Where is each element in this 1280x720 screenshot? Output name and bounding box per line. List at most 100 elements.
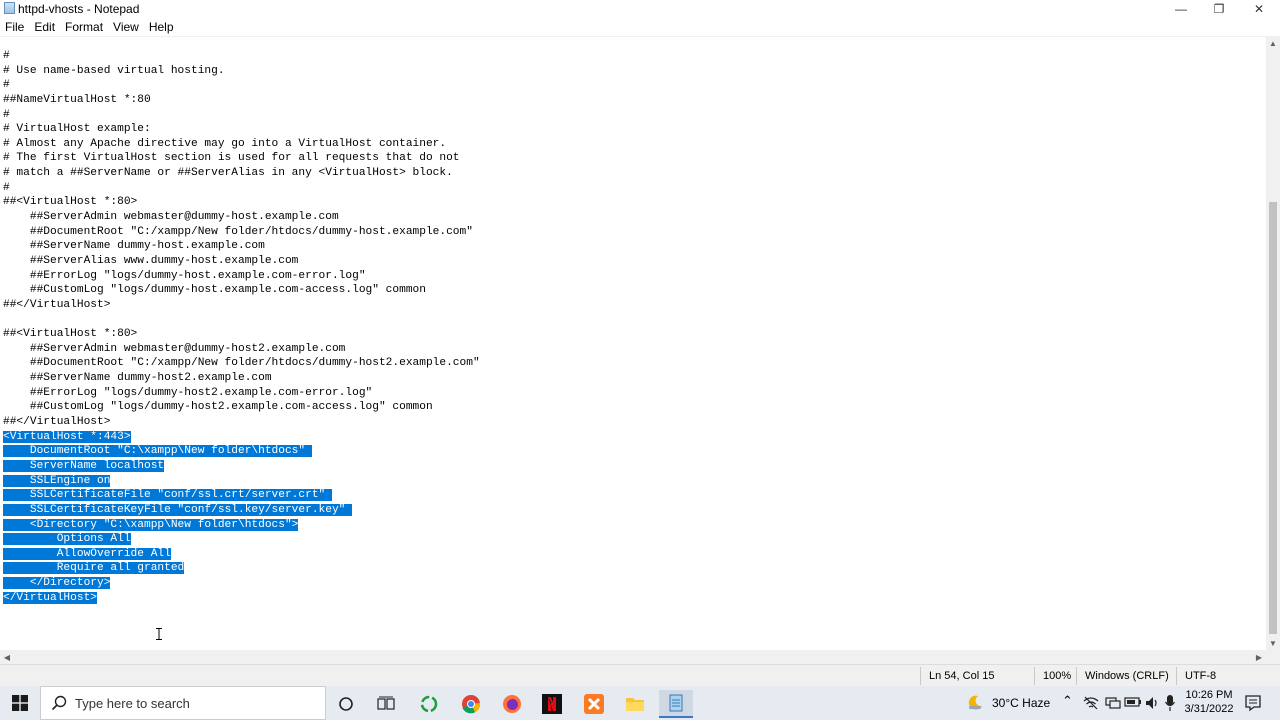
- notifications-icon[interactable]: [1244, 694, 1262, 712]
- line-text: SSLCertificateKeyFile "conf/ssl.key/serv…: [3, 503, 353, 516]
- zoom-level: 100%: [1043, 670, 1072, 682]
- text-line[interactable]: ##<VirtualHost *:80>: [3, 195, 480, 210]
- weather-moon-icon[interactable]: [966, 694, 984, 712]
- status-divider: [1176, 667, 1177, 685]
- scroll-left-icon[interactable]: ◀: [0, 650, 14, 664]
- close-button[interactable]: ✕: [1240, 0, 1278, 17]
- line-text: # Almost any Apache directive may go int…: [3, 137, 447, 150]
- vertical-scroll-thumb[interactable]: [1269, 202, 1277, 634]
- taskbar-search[interactable]: Type here to search: [40, 686, 326, 720]
- file-explorer-icon[interactable]: [618, 690, 652, 718]
- status-divider: [920, 667, 921, 685]
- text-line[interactable]: ##</VirtualHost>: [3, 415, 480, 430]
- microphone-icon[interactable]: [1164, 694, 1176, 712]
- menu-file[interactable]: File: [0, 20, 29, 34]
- selected-text-line[interactable]: Options All: [3, 532, 480, 547]
- line-text: </Directory>: [3, 577, 111, 590]
- search-placeholder: Type here to search: [75, 695, 190, 711]
- cortana-icon[interactable]: [329, 690, 363, 718]
- line-text: ##</VirtualHost>: [3, 298, 111, 311]
- text-line[interactable]: ##NameVirtualHost *:80: [3, 93, 480, 108]
- vertical-scrollbar[interactable]: ▲ ▼: [1266, 36, 1280, 650]
- line-text: <VirtualHost *:443>: [3, 430, 131, 443]
- xampp-icon[interactable]: [577, 690, 611, 718]
- text-line[interactable]: ##CustomLog "logs/dummy-host2.example.co…: [3, 400, 480, 415]
- selected-text-line[interactable]: </Directory>: [3, 576, 480, 591]
- menu-format[interactable]: Format: [60, 20, 108, 34]
- text-line[interactable]: ##DocumentRoot "C:/xampp/New folder/htdo…: [3, 225, 480, 240]
- text-line[interactable]: ##DocumentRoot "C:/xampp/New folder/htdo…: [3, 356, 480, 371]
- text-line[interactable]: #: [3, 49, 480, 64]
- editor-lines[interactable]: # # Use name-based virtual hosting. # ##Nam…: [3, 49, 480, 605]
- text-line[interactable]: #: [3, 181, 480, 196]
- text-line[interactable]: # Use name-based virtual hosting.: [3, 64, 480, 79]
- text-line[interactable]: ##CustomLog "logs/dummy-host.example.com…: [3, 283, 480, 298]
- text-line[interactable]: ##</VirtualHost>: [3, 298, 480, 313]
- text-line[interactable]: ##ErrorLog "logs/dummy-host.example.com-…: [3, 269, 480, 284]
- selected-text-line[interactable]: DocumentRoot "C:\xampp\New folder\htdocs…: [3, 444, 480, 459]
- minimize-button[interactable]: —: [1162, 0, 1200, 17]
- start-button[interactable]: [0, 686, 40, 720]
- encoding: UTF-8: [1185, 670, 1217, 682]
- text-line[interactable]: ##ServerAlias www.dummy-host.example.com: [3, 254, 480, 269]
- selected-text-line[interactable]: </VirtualHost>: [3, 591, 480, 606]
- title-bar: httpd-vhosts - Notepad — ❐ ✕: [0, 0, 1280, 17]
- volume-icon[interactable]: [1144, 695, 1160, 711]
- netflix-icon[interactable]: [535, 690, 569, 718]
- maximize-button[interactable]: ❐: [1200, 0, 1238, 17]
- line-text: ##ErrorLog "logs/dummy-host.example.com-…: [3, 269, 366, 282]
- network-disconnected-icon[interactable]: [1083, 696, 1099, 710]
- menu-edit[interactable]: Edit: [29, 20, 60, 34]
- text-line[interactable]: # match a ##ServerName or ##ServerAlias …: [3, 166, 480, 181]
- selected-text-line[interactable]: Require all granted: [3, 561, 480, 576]
- text-line[interactable]: #: [3, 78, 480, 93]
- notepad-taskbar-icon[interactable]: [659, 690, 693, 718]
- selected-text-line[interactable]: SSLEngine on: [3, 474, 480, 489]
- text-line[interactable]: # Almost any Apache directive may go int…: [3, 137, 480, 152]
- refresh-app-icon[interactable]: [412, 690, 446, 718]
- status-divider: [1034, 667, 1035, 685]
- selected-text-line[interactable]: ServerName localhost: [3, 459, 480, 474]
- battery-icon[interactable]: [1124, 695, 1142, 709]
- line-text: ##ServerName dummy-host2.example.com: [3, 372, 272, 385]
- selected-text-line[interactable]: SSLCertificateKeyFile "conf/ssl.key/serv…: [3, 503, 480, 518]
- text-line[interactable]: ##ServerName dummy-host2.example.com: [3, 371, 480, 386]
- text-line[interactable]: # VirtualHost example:: [3, 122, 480, 137]
- window-title: httpd-vhosts - Notepad: [18, 2, 140, 16]
- selected-text-line[interactable]: <Directory "C:\xampp\New folder\htdocs">: [3, 518, 480, 533]
- scroll-down-icon[interactable]: ▼: [1266, 636, 1280, 650]
- clock[interactable]: 10:26 PM 3/31/2022: [1184, 688, 1234, 716]
- status-divider: [1076, 667, 1077, 685]
- line-text: # match a ##ServerName or ##ServerAlias …: [3, 167, 453, 180]
- text-editor[interactable]: # # Use name-based virtual hosting. # ##Nam…: [0, 36, 1266, 650]
- menu-view[interactable]: View: [108, 20, 144, 34]
- text-line[interactable]: # The first VirtualHost section is used …: [3, 151, 480, 166]
- horizontal-scrollbar[interactable]: ◀ ▶: [0, 650, 1266, 664]
- scroll-right-icon[interactable]: ▶: [1252, 650, 1266, 664]
- scroll-up-icon[interactable]: ▲: [1266, 36, 1280, 50]
- text-line[interactable]: ##ServerAdmin webmaster@dummy-host.examp…: [3, 210, 480, 225]
- selected-text-line[interactable]: <VirtualHost *:443>: [3, 430, 480, 445]
- menu-help[interactable]: Help: [144, 20, 179, 34]
- text-line[interactable]: [3, 313, 480, 328]
- text-line[interactable]: ##ServerName dummy-host.example.com: [3, 239, 480, 254]
- selected-text-line[interactable]: SSLCertificateFile "conf/ssl.crt/server.…: [3, 488, 480, 503]
- status-bar: Ln 54, Col 15 100% Windows (CRLF) UTF-8: [0, 664, 1280, 686]
- cursor-position: Ln 54, Col 15: [929, 670, 995, 682]
- text-line[interactable]: ##ServerAdmin webmaster@dummy-host2.exam…: [3, 342, 480, 357]
- firefox-icon[interactable]: [495, 690, 529, 718]
- windows-logo-icon: [12, 695, 28, 711]
- line-text: ##DocumentRoot "C:/xampp/New folder/htdo…: [3, 357, 480, 370]
- network-icon[interactable]: [1105, 696, 1121, 710]
- text-line[interactable]: #: [3, 108, 480, 123]
- selected-text-line[interactable]: AllowOverride All: [3, 547, 480, 562]
- chevron-up-icon[interactable]: ⌃: [1062, 693, 1073, 709]
- text-line[interactable]: ##ErrorLog "logs/dummy-host2.example.com…: [3, 386, 480, 401]
- line-text: ##ServerAlias www.dummy-host.example.com: [3, 254, 299, 267]
- line-text: Require all granted: [3, 562, 185, 575]
- text-line[interactable]: ##<VirtualHost *:80>: [3, 327, 480, 342]
- line-ending: Windows (CRLF): [1085, 670, 1169, 682]
- chrome-icon[interactable]: [454, 690, 488, 718]
- weather-text[interactable]: 30°C Haze: [992, 696, 1050, 710]
- task-view-icon[interactable]: [369, 690, 403, 718]
